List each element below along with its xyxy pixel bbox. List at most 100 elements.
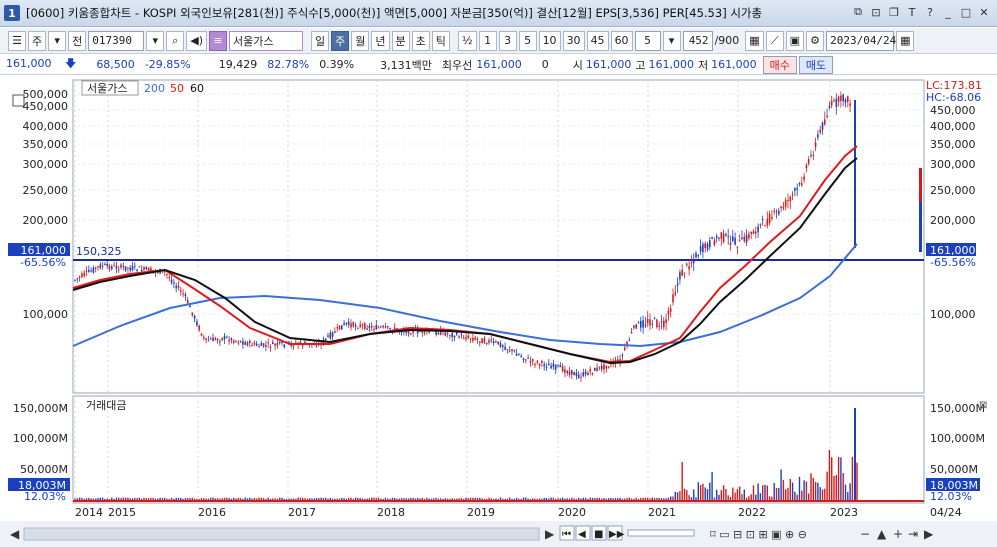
interval-3[interactable]: 3 xyxy=(498,30,517,51)
volume-bar xyxy=(642,497,644,500)
period-year[interactable]: 년 xyxy=(371,30,390,51)
volume-bar xyxy=(375,498,377,500)
volume-bar xyxy=(762,485,764,500)
volume-bar xyxy=(90,498,92,500)
period-month[interactable]: 월 xyxy=(351,30,370,51)
scroll-right-icon[interactable]: ▶ xyxy=(545,527,555,541)
interval-input[interactable]: 5 xyxy=(634,30,661,51)
candle-body xyxy=(205,338,207,340)
volume-bar xyxy=(844,484,847,500)
volume-pane[interactable] xyxy=(72,395,925,504)
volume-bar xyxy=(267,497,269,500)
candle-body xyxy=(113,265,115,267)
save-icon[interactable]: ▣ xyxy=(785,30,805,51)
period-second[interactable]: 초 xyxy=(411,30,430,51)
volume-bar xyxy=(368,498,371,500)
scroll-right-end-icon[interactable]: ▶ xyxy=(924,527,934,541)
zoom-in-icon[interactable]: + xyxy=(893,527,903,541)
chart-type-select[interactable]: 주 xyxy=(28,30,47,51)
vol-tick-right-50k: 50,000M xyxy=(930,463,978,476)
stock-code-input[interactable]: 017390 xyxy=(88,30,145,51)
candle-body xyxy=(847,96,849,102)
minimize-icon[interactable]: _ xyxy=(941,5,955,19)
candle-body xyxy=(384,326,387,328)
stock-chart-svg[interactable]: 서울가스 200 50 60 LC:173.81 HC:-68.06 500,0… xyxy=(0,76,997,547)
zoom-out-icon[interactable]: − xyxy=(860,527,870,541)
chevron-down-icon[interactable]: ▾ xyxy=(48,30,67,51)
vol-tick-left-50k: 50,000M xyxy=(20,463,68,476)
stock-name-field[interactable]: 서울가스 xyxy=(229,30,304,51)
volume-bar xyxy=(619,497,621,500)
buy-button[interactable]: 매수 xyxy=(762,55,797,74)
volume-bar xyxy=(306,498,308,500)
candle-body xyxy=(492,341,495,343)
scroll-left-icon[interactable]: ◀ xyxy=(10,527,20,541)
interval-60[interactable]: 60 xyxy=(610,30,633,51)
candle-body xyxy=(74,279,76,281)
candle-body xyxy=(502,345,504,347)
candle-body xyxy=(761,219,764,221)
volume-bar xyxy=(239,498,242,500)
period-day[interactable]: 일 xyxy=(311,30,330,51)
pin-icon[interactable]: ⊡ xyxy=(869,5,883,19)
volume-bar xyxy=(536,498,538,500)
stock-group-icon[interactable]: ≡ xyxy=(209,30,228,51)
search-icon[interactable]: ⌕ xyxy=(166,30,185,51)
volume-bar xyxy=(663,498,665,500)
volume-bar xyxy=(290,498,292,500)
menu-icon[interactable]: ☰ xyxy=(8,30,26,51)
draw-tool-icon[interactable]: ⟋ xyxy=(765,30,784,51)
x-tick-label: 2022 xyxy=(738,506,766,519)
interval-1[interactable]: 1 xyxy=(478,30,497,51)
font-icon[interactable]: T xyxy=(905,5,919,19)
speed-slider[interactable] xyxy=(627,529,695,537)
zoom-tools[interactable]: ⌑ ▭ ⊟ ⊡ ⊞ ▣ ⊕ ⊖ xyxy=(710,528,807,541)
indicator-icon[interactable]: ▦ xyxy=(745,30,764,51)
period-minute[interactable]: 분 xyxy=(391,30,410,51)
volume-bar xyxy=(511,498,513,500)
volume-bar xyxy=(780,469,782,500)
volume-bar xyxy=(389,498,391,500)
volume-bar xyxy=(168,498,170,500)
maximize-icon[interactable]: □ xyxy=(959,5,973,19)
interval-5[interactable]: 5 xyxy=(518,30,537,51)
interval-30[interactable]: 30 xyxy=(562,30,585,51)
candle-body xyxy=(373,328,375,330)
chart-area[interactable]: 서울가스 200 50 60 LC:173.81 HC:-68.06 500,0… xyxy=(0,76,997,547)
date-input[interactable]: 2023/04/24 xyxy=(826,30,896,51)
settings-icon[interactable]: ⚙ xyxy=(806,30,825,51)
candle-body xyxy=(672,294,674,303)
interval-10[interactable]: 10 xyxy=(538,30,561,51)
period-tick[interactable]: 틱 xyxy=(431,30,450,51)
candle-body xyxy=(835,98,838,107)
volume-bar xyxy=(794,491,796,500)
horizontal-scrollbar[interactable] xyxy=(23,527,540,541)
link-icon[interactable]: ⧉ xyxy=(851,5,865,19)
volume-pct-left: 12.03% xyxy=(24,490,66,503)
code-dropdown-icon[interactable]: ▾ xyxy=(146,30,165,51)
sell-button[interactable]: 매도 xyxy=(798,55,834,74)
price-pane[interactable] xyxy=(72,79,925,394)
volume-bar xyxy=(131,498,134,500)
volume-bar xyxy=(444,498,446,500)
count-input[interactable]: 452 xyxy=(682,30,713,51)
volume-bar xyxy=(138,497,141,500)
help-icon[interactable]: ? xyxy=(923,5,937,19)
close-icon[interactable]: ✕ xyxy=(977,5,991,19)
fit-icon[interactable]: ⇥ xyxy=(908,527,918,541)
restore-icon[interactable]: ❐ xyxy=(887,5,901,19)
volume-bar xyxy=(417,497,419,500)
calendar-icon[interactable]: ▦ xyxy=(896,30,915,51)
speaker-icon[interactable]: ◀) xyxy=(186,30,208,51)
volume-bar xyxy=(805,481,808,500)
pane-close-icon[interactable]: ⊠ xyxy=(979,400,987,411)
fraction-button[interactable]: ½ xyxy=(457,30,477,51)
interval-45[interactable]: 45 xyxy=(586,30,609,51)
interval-dropdown-icon[interactable]: ▾ xyxy=(662,30,681,51)
period-week[interactable]: 주 xyxy=(331,30,350,51)
candle-body xyxy=(534,364,536,366)
candle-body xyxy=(90,270,92,272)
zoom-slider-icon[interactable]: ▲ xyxy=(877,527,887,541)
volume-bar xyxy=(341,498,343,500)
market-select[interactable]: 전 xyxy=(68,30,87,51)
